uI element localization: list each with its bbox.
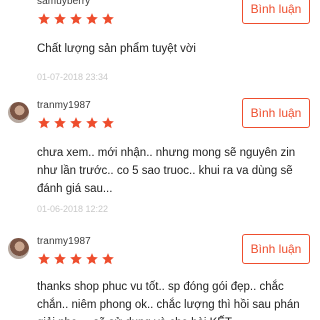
star-icon — [102, 117, 114, 129]
star-icon — [86, 117, 98, 129]
review-comment: chưa xem.. mới nhận.. nhưng mong sẽ nguy… — [37, 147, 296, 195]
avatar[interactable] — [8, 102, 29, 123]
comment-button[interactable]: Bình luận — [242, 98, 310, 128]
star-icon — [54, 117, 66, 129]
review-list: samuyberry Bình luận Chất lượng sản phẩm… — [0, 0, 320, 320]
star-icon — [70, 117, 82, 129]
star-icon — [86, 253, 98, 265]
rating-stars — [37, 12, 115, 26]
avatar[interactable] — [8, 0, 29, 19]
review-date: 01-07-2018 23:34 — [37, 72, 109, 82]
avatar[interactable] — [8, 238, 29, 259]
review-username[interactable]: tranmy1987 — [37, 100, 91, 111]
star-icon — [70, 13, 82, 25]
review-username[interactable]: samuyberry — [37, 0, 90, 7]
review-comment: Chất lượng sản phẩm tuyệt vời — [37, 43, 196, 55]
star-icon — [70, 253, 82, 265]
comment-button[interactable]: Bình luận — [242, 0, 310, 24]
review-username[interactable]: tranmy1987 — [37, 236, 91, 247]
star-icon — [38, 117, 50, 129]
review-comment: thanks shop phuc vu tốt.. sp đóng gói đẹ… — [37, 281, 300, 320]
star-icon — [102, 253, 114, 265]
star-icon — [38, 13, 50, 25]
review-date: 01-06-2018 12:22 — [37, 204, 109, 214]
star-icon — [54, 13, 66, 25]
rating-stars — [37, 252, 115, 266]
star-icon — [54, 253, 66, 265]
star-icon — [102, 13, 114, 25]
star-icon — [86, 13, 98, 25]
star-icon — [38, 253, 50, 265]
comment-button[interactable]: Bình luận — [242, 234, 310, 264]
rating-stars — [37, 116, 115, 130]
